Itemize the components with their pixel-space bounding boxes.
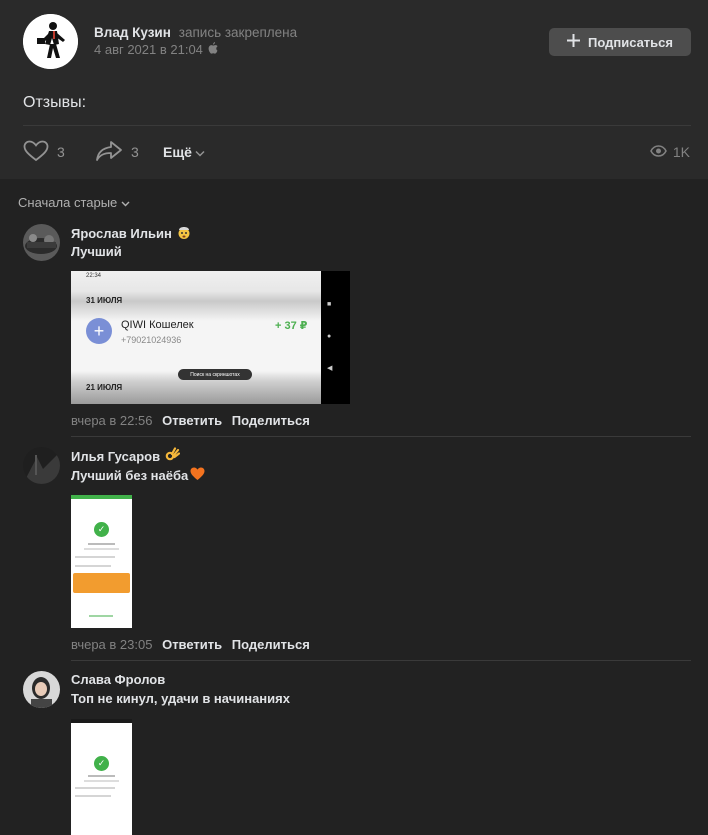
comment-screenshot[interactable]: ✓ [71,719,132,835]
eye-icon [650,144,667,160]
reply-link[interactable]: Ответить [162,637,222,652]
author-avatar[interactable] [23,14,78,69]
comment-screenshot[interactable]: 22:34 31 ИЮЛЯ + QIWI Кошелек +7902102493… [71,271,350,404]
post-actions: 3 3 [23,140,139,164]
apple-icon [208,42,218,57]
circle-nav-icon: ● [327,333,332,340]
wallet-phone: +79021024936 [121,335,182,345]
screenshot-line [75,556,115,558]
reply-link[interactable]: Ответить [162,413,222,428]
commenter-name-line: Ярослав Ильин [71,224,192,243]
screenshot-line [88,775,115,777]
plus-icon [566,34,580,50]
screenshot-line [88,543,115,545]
comment-text: Лучший [71,244,122,259]
screenshot-date-bottom: 21 ИЮЛЯ [86,383,123,392]
commenter-name[interactable]: Слава Фролов [71,672,165,687]
screenshot-line [89,615,113,617]
chevron-down-icon [195,144,205,160]
comment-time[interactable]: вчера в 23:05 [71,637,152,652]
screenshot-line [75,787,115,789]
check-icon: ✓ [94,756,109,771]
screenshot-line [84,548,119,550]
comment-text: Топ не кинул, удачи в начинаниях [71,691,290,706]
heart-icon [23,140,49,165]
commenter-avatar[interactable] [23,671,60,708]
screenshot-status-bar [71,719,132,723]
views-count: 1K [672,144,690,160]
post-text: Отзывы: [23,94,87,111]
screenshot-status-time: 22:34 [86,273,102,279]
screenshot-line [75,565,111,567]
author-name[interactable]: Влад Кузин [94,25,171,40]
share-arrow-icon [95,140,123,165]
comment-meta: вчера в 22:56 Ответить Поделиться [71,413,310,428]
commenter-name-line: Илья Гусаров [71,447,181,466]
post-date-line: 4 авг 2021 в 21:04 [94,42,218,57]
more-label: Ещё [163,144,192,160]
square-nav-icon: ■ [327,301,332,308]
subscribe-label: Подписаться [587,34,673,50]
back-nav-icon: ◀ [327,365,333,372]
sort-label: Сначала старые [18,195,118,210]
check-icon: ✓ [94,522,109,537]
divider [23,125,691,126]
commenter-name[interactable]: Илья Гусаров [71,449,160,464]
share-link[interactable]: Поделиться [232,637,310,652]
comment-time[interactable]: вчера в 22:56 [71,413,152,428]
ok-hand-emoji-icon [164,447,181,466]
share-button[interactable]: 3 [95,140,139,165]
sort-dropdown[interactable]: Сначала старые [18,195,130,210]
screenshot-line [75,795,111,797]
author-line: Влад Кузин запись закреплена [94,24,297,40]
like-button[interactable]: 3 [23,140,95,165]
views-counter: 1K [650,144,690,160]
commenter-name[interactable]: Ярослав Ильин [71,226,172,241]
screenshot-content: 22:34 31 ИЮЛЯ + QIWI Кошелек +7902102493… [71,271,321,404]
wallet-amount: + 37 ₽ [275,320,308,332]
commenter-avatar[interactable] [23,224,60,261]
share-link[interactable]: Поделиться [232,413,310,428]
comment-text: Лучший без наёба [71,468,189,483]
post-card: Влад Кузин запись закреплена 4 авг 2021 … [0,0,708,179]
screenshot-search-pill: Поиск на скриншотах [178,369,252,380]
subscribe-button[interactable]: Подписаться [549,28,691,56]
orange-heart-emoji-icon [190,467,205,484]
plus-icon: + [86,318,112,344]
wallet-name: QIWI Кошелек [121,319,194,331]
like-count: 3 [57,144,65,160]
post-date[interactable]: 4 авг 2021 в 21:04 [94,42,203,57]
more-button[interactable]: Ещё [163,144,205,160]
comment-meta: вчера в 23:05 Ответить Поделиться [71,637,310,652]
pinned-label: запись закреплена [178,25,298,40]
comment-screenshot[interactable]: ✓ [71,495,132,628]
chevron-down-icon [121,195,130,210]
comment-text-line: Лучший без наёба [71,467,205,484]
comment-divider [71,436,691,437]
comment-divider [71,660,691,661]
share-count: 3 [131,144,139,160]
commenter-name-line: Слава Фролов [71,672,165,687]
screenshot-status-bar [71,495,132,499]
screenshot-line [84,780,119,782]
screenshot-date-top: 31 ИЮЛЯ [86,296,123,305]
screenshot-banner [73,573,130,593]
commenter-avatar[interactable] [23,447,60,484]
exploding-head-emoji-icon [176,224,192,243]
